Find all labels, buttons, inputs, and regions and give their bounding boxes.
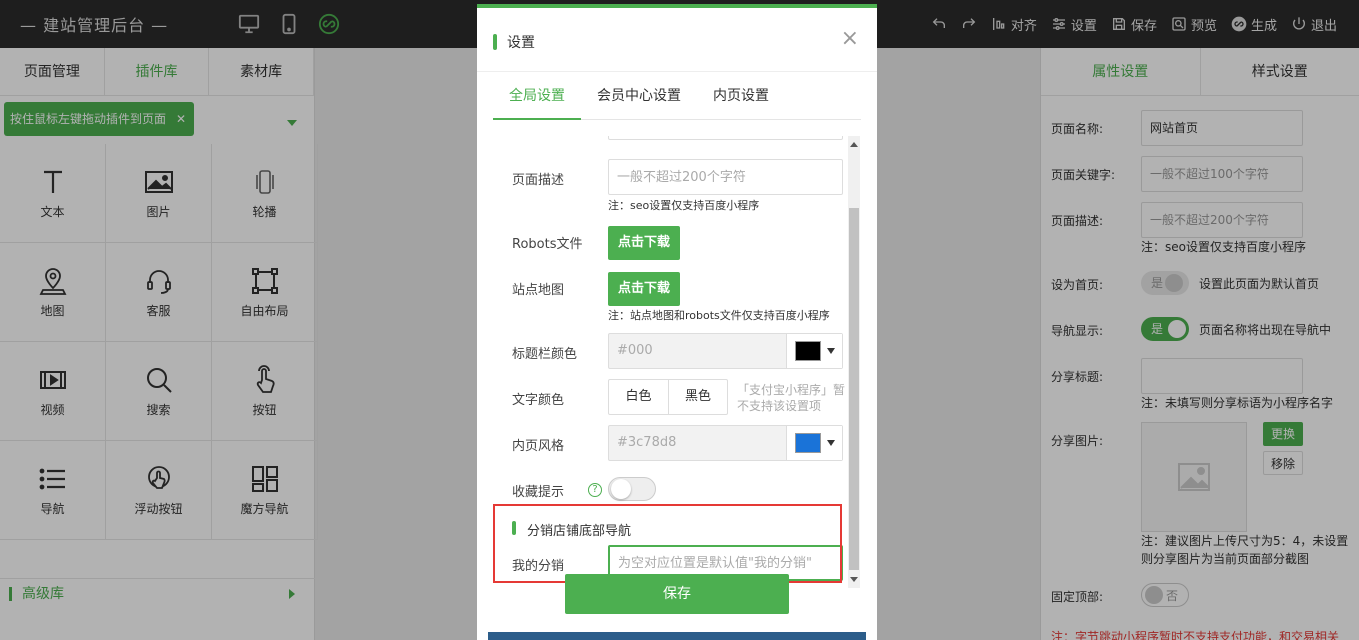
scroll-up-icon[interactable] [850, 142, 858, 147]
titlebar-color-field: #000 [608, 333, 843, 369]
caret-down-icon [826, 348, 835, 354]
text-color-black-option[interactable]: 黑色 [668, 380, 727, 414]
text-color-note: 「支付宝小程序」暂不支持该设置项 [737, 383, 846, 413]
close-icon[interactable]: × [841, 28, 859, 50]
titlebar-color-label: 标题栏颜色 [512, 347, 578, 362]
favorite-tip-switch[interactable] [608, 477, 656, 501]
sitemap-download-button[interactable]: 点击下载 [608, 272, 680, 306]
tab-member-center-settings[interactable]: 会员中心设置 [581, 72, 697, 119]
scroll-down-icon[interactable] [850, 577, 858, 582]
scrollbar-thumb[interactable] [849, 208, 859, 570]
titlebar-color-picker[interactable] [786, 334, 842, 368]
tab-global-settings[interactable]: 全局设置 [493, 72, 581, 120]
title-accent-bar [493, 34, 497, 50]
inner-style-field: #3c78d8 [608, 425, 843, 461]
modal-header: 设置 × [477, 8, 877, 72]
seo-note: 注：seo设置仅支持百度小程序 [608, 199, 760, 212]
description-input[interactable] [608, 159, 843, 195]
modal-scrollbar[interactable] [848, 136, 860, 588]
favorite-tip-label: 收藏提示 [512, 485, 565, 500]
sitemap-note: 注：站点地图和robots文件仅支持百度小程序 [608, 309, 830, 322]
modal-save-button[interactable]: 保存 [565, 574, 789, 614]
keywords-input-partial[interactable] [608, 136, 843, 140]
sitemap-label: 站点地图 [512, 283, 565, 298]
text-color-selector: 白色 黑色 [608, 379, 728, 415]
inner-style-label: 内页风格 [512, 439, 565, 454]
text-color-label: 文字颜色 [512, 393, 565, 408]
text-color-white-option[interactable]: 白色 [609, 380, 668, 414]
modal-footer-strip [488, 632, 866, 640]
robots-download-button[interactable]: 点击下载 [608, 226, 680, 260]
titlebar-color-value[interactable]: #000 [609, 334, 786, 368]
modal-title: 设置 [507, 35, 535, 51]
color-swatch [794, 341, 821, 361]
tab-inner-page-settings[interactable]: 内页设置 [697, 72, 785, 119]
description-label: 页面描述 [512, 173, 565, 188]
color-swatch [794, 433, 821, 453]
help-icon[interactable]: ? [588, 483, 602, 497]
modal-tabs: 全局设置 会员中心设置 内页设置 [493, 72, 861, 120]
robots-label: Robots文件 [512, 237, 583, 252]
caret-down-icon [826, 440, 835, 446]
inner-style-value[interactable]: #3c78d8 [609, 426, 786, 460]
inner-style-picker[interactable] [786, 426, 842, 460]
highlight-box [493, 504, 842, 583]
